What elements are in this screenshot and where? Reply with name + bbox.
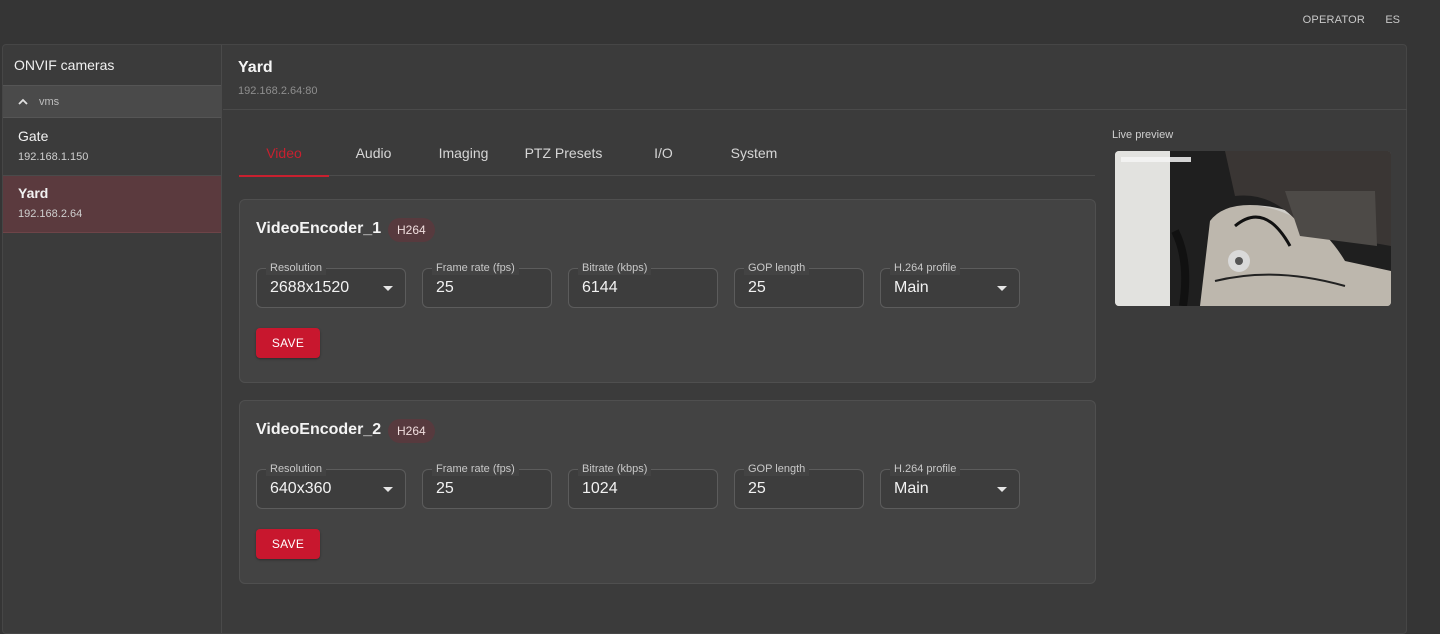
codec-badge: H264 <box>388 218 435 242</box>
save-button[interactable]: SAVE <box>256 529 320 559</box>
tab-ptz-presets[interactable]: PTZ Presets <box>509 129 618 176</box>
gop-input[interactable]: GOP length 25 <box>734 462 864 509</box>
field-value: Main <box>894 480 929 497</box>
profile-select[interactable]: H.264 profile Main <box>880 462 1020 509</box>
field-label: Resolution <box>266 462 326 476</box>
profile-select[interactable]: H.264 profile Main <box>880 261 1020 308</box>
caret-down-icon <box>383 487 393 492</box>
live-preview[interactable] <box>1115 151 1391 306</box>
field-value: 1024 <box>582 480 618 497</box>
field-value: Main <box>894 279 929 296</box>
app-shell: ONVIF cameras vms Gate 192.168.1.150 Yar… <box>2 44 1407 634</box>
field-value: 25 <box>436 480 454 497</box>
top-bar: OPERATOR ES <box>0 0 1440 42</box>
field-label: Bitrate (kbps) <box>578 261 652 275</box>
camera-ip: 192.168.1.150 <box>18 151 89 163</box>
field-value: 2688x1520 <box>270 279 350 296</box>
field-label: Frame rate (fps) <box>432 462 519 476</box>
camera-address: 192.168.2.64:80 <box>238 85 318 97</box>
codec-badge: H264 <box>388 419 435 443</box>
encoder-name: VideoEncoder_1 <box>256 220 382 237</box>
preview-image <box>1115 151 1391 306</box>
field-value: 25 <box>748 279 766 296</box>
camera-name: Yard <box>18 185 49 201</box>
bitrate-input[interactable]: Bitrate (kbps) 1024 <box>568 462 718 509</box>
camera-name: Gate <box>18 128 49 144</box>
frame-rate-input[interactable]: Frame rate (fps) 25 <box>422 261 552 308</box>
sidebar-title: ONVIF cameras <box>14 57 115 73</box>
resolution-select[interactable]: Resolution 2688x1520 <box>256 261 406 308</box>
tab-audio[interactable]: Audio <box>329 129 418 176</box>
tab-system[interactable]: System <box>709 129 799 176</box>
field-value: 640x360 <box>270 480 332 497</box>
field-label: H.264 profile <box>890 261 961 275</box>
field-label: GOP length <box>744 261 810 275</box>
caret-down-icon <box>383 286 393 291</box>
tab-video[interactable]: Video <box>239 129 329 177</box>
field-value: 25 <box>748 480 766 497</box>
field-value: 6144 <box>582 279 618 296</box>
caret-down-icon <box>997 487 1007 492</box>
encoder-card: VideoEncoder_1 H264 Resolution 2688x1520… <box>239 199 1096 383</box>
frame-rate-input[interactable]: Frame rate (fps) 25 <box>422 462 552 509</box>
encoder-name: VideoEncoder_2 <box>256 421 382 438</box>
field-label: GOP length <box>744 462 810 476</box>
resolution-select[interactable]: Resolution 640x360 <box>256 462 406 509</box>
caret-down-icon <box>997 286 1007 291</box>
gop-input[interactable]: GOP length 25 <box>734 261 864 308</box>
field-label: Bitrate (kbps) <box>578 462 652 476</box>
save-button[interactable]: SAVE <box>256 328 320 358</box>
camera-sidebar: ONVIF cameras vms Gate 192.168.1.150 Yar… <box>3 45 222 633</box>
field-label: Resolution <box>266 261 326 275</box>
language-switch[interactable]: ES <box>1385 14 1400 26</box>
encoder-card: VideoEncoder_2 H264 Resolution 640x360 F… <box>239 400 1096 584</box>
settings-tabs: Video Audio Imaging PTZ Presets I/O Syst… <box>239 129 1095 177</box>
page-title: Yard <box>238 59 273 76</box>
group-label: vms <box>39 95 60 108</box>
camera-ip: 192.168.2.64 <box>18 208 83 220</box>
field-label: Frame rate (fps) <box>432 261 519 275</box>
tab-io[interactable]: I/O <box>618 129 709 176</box>
main-panel: Yard 192.168.2.64:80 Video Audio Imaging… <box>223 45 1407 633</box>
tab-imaging[interactable]: Imaging <box>418 129 509 176</box>
camera-header: Yard 192.168.2.64:80 <box>223 45 1407 110</box>
field-label: H.264 profile <box>890 462 961 476</box>
preview-label: Live preview <box>1112 129 1174 141</box>
bitrate-input[interactable]: Bitrate (kbps) 6144 <box>568 261 718 308</box>
group-header-vms[interactable]: vms <box>3 85 221 118</box>
sidebar-item-gate[interactable]: Gate 192.168.1.150 <box>3 119 221 176</box>
sidebar-item-yard[interactable]: Yard 192.168.2.64 <box>3 176 221 233</box>
user-role-label[interactable]: OPERATOR <box>1303 14 1365 26</box>
field-value: 25 <box>436 279 454 296</box>
chevron-up-icon <box>18 98 28 105</box>
